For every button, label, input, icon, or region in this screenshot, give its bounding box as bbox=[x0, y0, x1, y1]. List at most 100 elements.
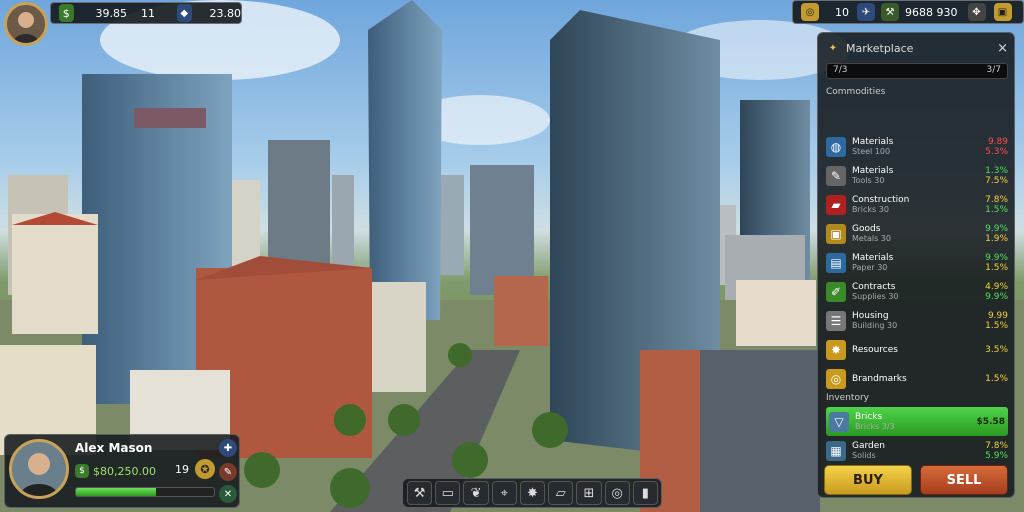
item-price: 3.5% bbox=[985, 344, 1008, 355]
profile-face-icon bbox=[20, 453, 58, 496]
market-item[interactable]: ▣ Goods Metals 30 9.9% 1.9% bbox=[826, 219, 1008, 248]
item-subtitle: Metals 30 bbox=[852, 233, 891, 243]
item-subtitle: Building 30 bbox=[852, 320, 898, 330]
item-change: 1.5% bbox=[985, 262, 1008, 273]
item-price: 1.3% bbox=[985, 165, 1008, 176]
truck-icon[interactable]: ▭ bbox=[435, 481, 461, 505]
search-left-value: 7/3 bbox=[833, 65, 848, 75]
player-profile-panel: Alex Mason $ $80,250.00 13 19 ✪ ✚ ✎ ✕ bbox=[4, 434, 240, 508]
market-title: Marketplace bbox=[846, 41, 914, 55]
inventory-section-title: Inventory bbox=[826, 393, 869, 403]
cup-icon: ▽ bbox=[829, 411, 849, 432]
close-icon[interactable]: × bbox=[997, 41, 1008, 56]
player-avatar[interactable] bbox=[4, 2, 48, 46]
top-right-value-1: 10 bbox=[835, 5, 849, 19]
item-name: Bricks bbox=[855, 411, 883, 422]
hammer-icon[interactable]: ⚒ bbox=[407, 481, 433, 505]
pen-icon: ✐ bbox=[826, 281, 846, 302]
leaf-icon[interactable]: ❦ bbox=[463, 481, 489, 505]
item-subtitle: Bricks 30 bbox=[852, 204, 889, 214]
player-money: $80,250.00 bbox=[93, 464, 156, 478]
resource-1b-value: 11 bbox=[141, 6, 155, 20]
top-right-resource-bar: ◎ 10 ✈ ⚒ 9688 930 ✥ ▣ bbox=[792, 0, 1024, 24]
xp-bar-fill bbox=[76, 488, 157, 496]
edit-icon[interactable]: ✎ bbox=[219, 463, 237, 481]
resource-1-value: 39.85 bbox=[95, 6, 128, 20]
market-item[interactable]: ▦ Garden Solids 7.8% 5.9% bbox=[826, 436, 1008, 465]
buy-button[interactable]: BUY bbox=[824, 465, 912, 495]
gear-icon[interactable]: ✸ bbox=[519, 481, 546, 505]
market-item[interactable]: ▽ Bricks Bricks 3/3 $5.58 bbox=[826, 407, 1008, 436]
market-item[interactable]: ✸ Resources 3.5% bbox=[826, 335, 1008, 364]
dynamite-icon: ▰ bbox=[826, 194, 846, 215]
market-panel: ✦ Marketplace × 7/3 3/7 Commodities ◍ Mat… bbox=[817, 32, 1015, 498]
item-change: 1.5% bbox=[985, 320, 1008, 331]
wrench-icon: ✎ bbox=[826, 165, 846, 186]
item-subtitle: Solids bbox=[852, 450, 876, 460]
pipes-icon: ☰ bbox=[826, 310, 846, 331]
market-item[interactable]: ✐ Contracts Supplies 30 4.9% 9.9% bbox=[826, 277, 1008, 306]
item-price: 9.9% bbox=[985, 223, 1008, 234]
box-icon: ▦ bbox=[826, 440, 846, 461]
money-icon: $ bbox=[75, 464, 89, 478]
menu-icon[interactable]: ▣ bbox=[993, 3, 1012, 21]
sell-button[interactable]: SELL bbox=[920, 465, 1008, 495]
player-name: Alex Mason bbox=[75, 441, 153, 455]
expand-icon[interactable]: ✕ bbox=[219, 485, 237, 503]
player-value-2: 19 bbox=[175, 463, 189, 476]
coin-icon: ◎ bbox=[826, 368, 846, 389]
market-item[interactable]: ▰ Construction Bricks 30 7.8% 1.5% bbox=[826, 190, 1008, 219]
coin-icon: ◎ bbox=[801, 3, 819, 21]
item-change: 5.3% bbox=[985, 146, 1008, 157]
bus-icon[interactable]: ▮ bbox=[632, 481, 658, 505]
settings-icon[interactable]: ✥ bbox=[967, 3, 986, 21]
gear-icon: ✸ bbox=[826, 339, 846, 360]
item-name: Contracts bbox=[852, 281, 896, 292]
item-subtitle: Steel 100 bbox=[852, 146, 891, 156]
profile-avatar[interactable] bbox=[9, 439, 69, 499]
item-name: Housing bbox=[852, 310, 889, 321]
road-icon[interactable]: ⊞ bbox=[576, 481, 602, 505]
item-name: Resources bbox=[852, 344, 898, 355]
gem-icon: ◆ bbox=[177, 4, 192, 22]
market-search-bar[interactable]: 7/3 3/7 bbox=[826, 63, 1008, 79]
item-name: Materials bbox=[852, 136, 894, 147]
search-right-value: 3/7 bbox=[986, 65, 1001, 75]
item-name: Garden bbox=[852, 440, 885, 451]
stats-icon[interactable]: ✚ bbox=[219, 439, 237, 457]
item-name: Materials bbox=[852, 165, 894, 176]
cash-icon: $ bbox=[59, 4, 74, 22]
item-subtitle: Supplies 30 bbox=[852, 291, 899, 301]
market-item[interactable]: ✎ Materials Tools 30 1.3% 7.5% bbox=[826, 161, 1008, 190]
resource-2-value: 23.80 bbox=[209, 6, 242, 20]
item-change: 9.9% bbox=[985, 291, 1008, 302]
plane-icon: ✈ bbox=[857, 3, 875, 21]
item-subtitle: Tools 30 bbox=[852, 175, 885, 185]
car-icon[interactable]: ▱ bbox=[548, 481, 574, 505]
item-name: Goods bbox=[852, 223, 881, 234]
item-price: $5.58 bbox=[976, 416, 1005, 427]
book-icon: ▤ bbox=[826, 252, 846, 273]
market-item[interactable]: ◍ Materials Steel 100 9.89 5.3% bbox=[826, 132, 1008, 161]
market-item[interactable]: ▤ Materials Paper 30 9.9% 1.5% bbox=[826, 248, 1008, 277]
item-change: 7.5% bbox=[985, 175, 1008, 186]
market-item[interactable]: ☰ Housing Building 30 9.99 1.5% bbox=[826, 306, 1008, 335]
item-price: 1.5% bbox=[985, 373, 1008, 384]
item-change: 1.5% bbox=[985, 204, 1008, 215]
coin-icon[interactable]: ◎ bbox=[604, 481, 630, 505]
crane-icon[interactable]: ⌖ bbox=[491, 481, 517, 505]
item-name: Materials bbox=[852, 252, 894, 263]
globe-icon: ◍ bbox=[826, 136, 846, 157]
item-subtitle: Paper 30 bbox=[852, 262, 888, 272]
top-right-value-2: 9688 930 bbox=[905, 5, 958, 19]
item-subtitle: Bricks 3/3 bbox=[855, 421, 895, 431]
market-header: ✦ Marketplace × bbox=[826, 39, 1008, 57]
market-item[interactable]: ◎ Brandmarks 1.5% bbox=[826, 364, 1008, 393]
gold-icon: ▣ bbox=[826, 223, 846, 244]
item-change: 1.9% bbox=[985, 233, 1008, 244]
market-icon: ✦ bbox=[828, 42, 838, 54]
item-name: Brandmarks bbox=[852, 373, 907, 384]
top-left-resource-bar: $ 39.85 11 ◆ 23.80 bbox=[50, 2, 242, 24]
medal-icon[interactable]: ✪ bbox=[195, 459, 215, 479]
build-toolbar: ⚒ ▭ ❦ ⌖ ✸ ▱ ⊞ ◎ ▮ bbox=[402, 478, 662, 508]
